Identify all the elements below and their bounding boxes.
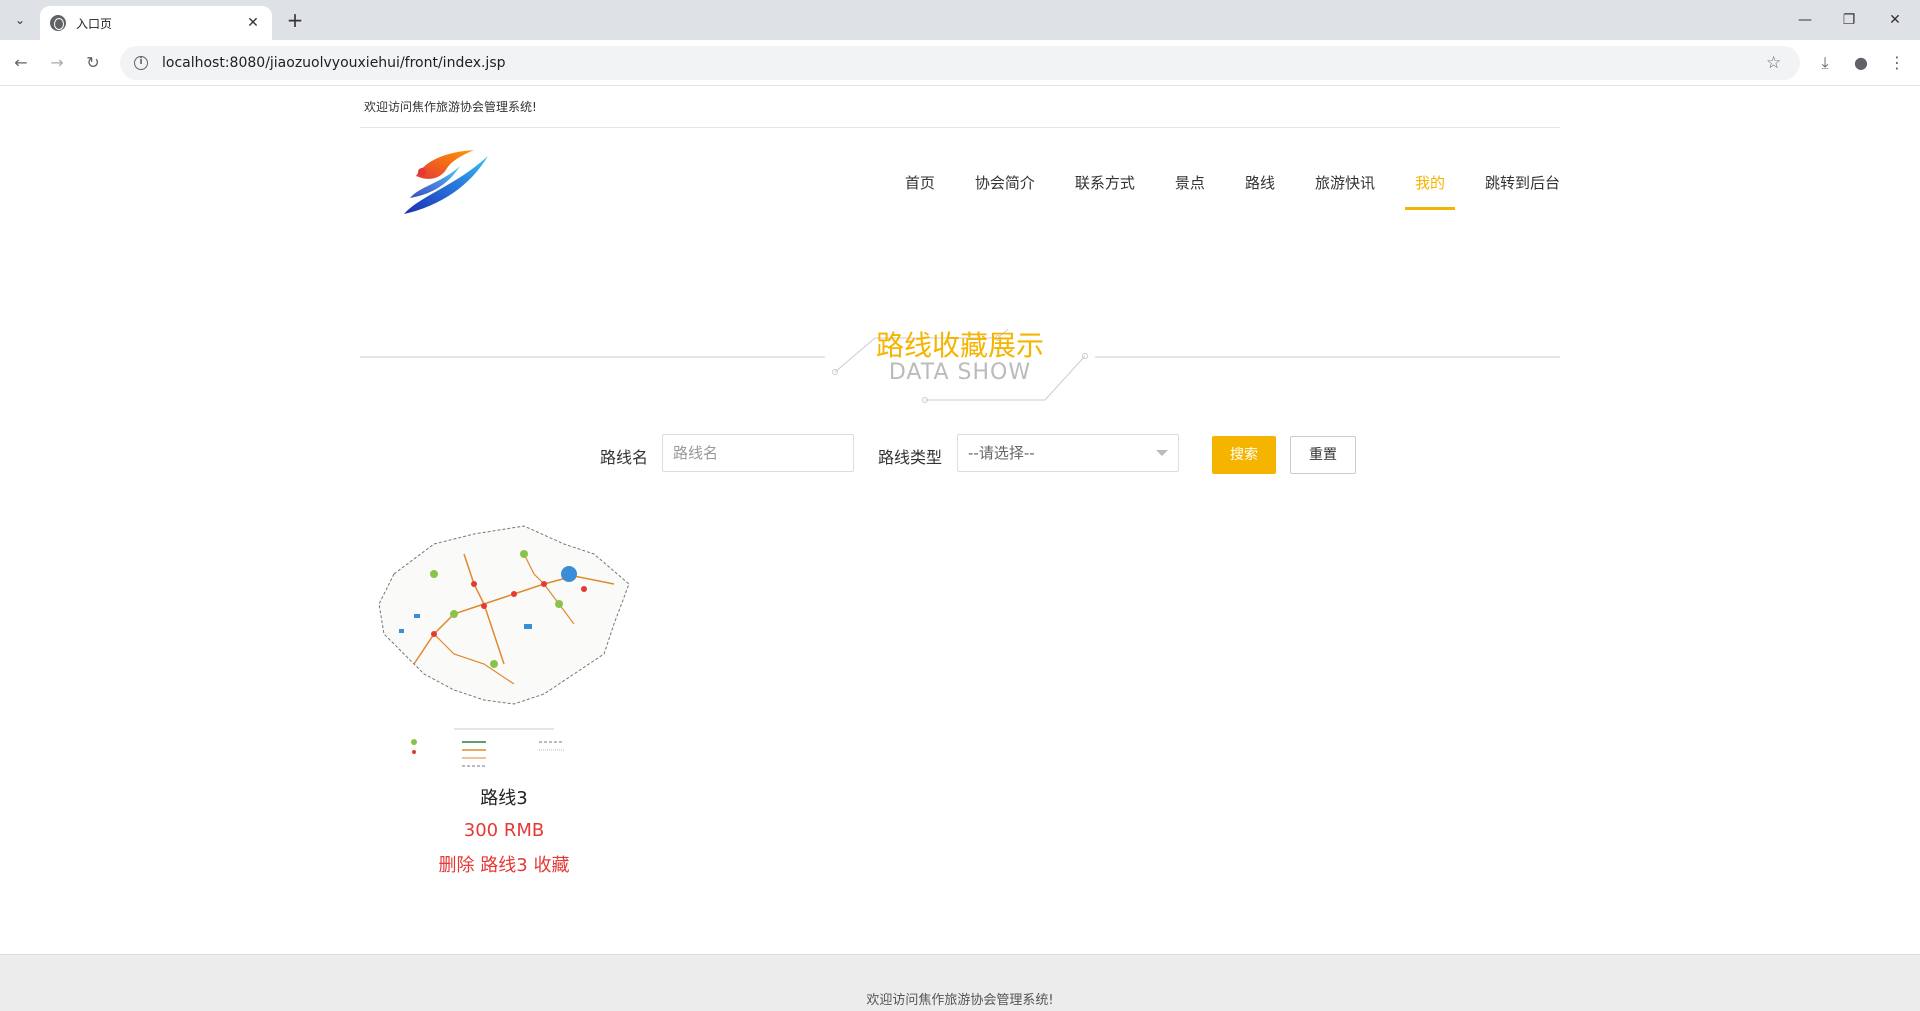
profile-icon[interactable]: ● — [1848, 50, 1874, 76]
restore-button[interactable]: ❐ — [1834, 8, 1864, 32]
route-name-input[interactable] — [662, 434, 854, 472]
route-card-price: 300 RMB — [463, 820, 545, 841]
tab-title: 入口页 — [76, 16, 113, 31]
site-info-icon[interactable]: i — [134, 56, 148, 70]
chevron-down-icon — [1156, 450, 1168, 456]
reset-button[interactable]: 重置 — [1290, 436, 1356, 474]
bookmark-star-icon[interactable]: ☆ — [1766, 53, 1786, 73]
main-nav: 首页 协会简介 联系方式 景点 路线 旅游快讯 我的 跳转到后台 — [865, 176, 1560, 210]
footer-text: 欢迎访问焦作旅游协会管理系统! — [866, 993, 1054, 1008]
tab-search-icon[interactable]: ⌄ — [8, 8, 32, 32]
forward-icon[interactable]: → — [44, 50, 70, 76]
route-type-select[interactable]: --请选择-- — [957, 434, 1179, 472]
route-map-image[interactable] — [374, 514, 634, 776]
browser-tab[interactable]: 入口页 ✕ — [40, 6, 272, 40]
page-content: 欢迎访问焦作旅游协会管理系统! 首页 协会简介 联系方式 景点 路线 旅游快讯 … — [0, 86, 1920, 1011]
nav-attractions[interactable]: 景点 — [1175, 176, 1205, 210]
route-name-label: 路线名 — [600, 448, 649, 467]
nav-news[interactable]: 旅游快讯 — [1315, 176, 1375, 210]
menu-icon[interactable]: ⋮ — [1884, 50, 1910, 76]
globe-icon — [50, 15, 66, 31]
section-title: 路线收藏展示 DATA SHOW — [360, 296, 1560, 403]
route-card-name[interactable]: 路线3 — [374, 784, 634, 810]
browser-tab-bar: ⌄ 入口页 ✕ + — ❐ ✕ — [0, 0, 1920, 40]
welcome-text: 欢迎访问焦作旅游协会管理系统! — [360, 96, 1560, 128]
new-tab-button[interactable]: + — [282, 8, 308, 34]
close-window-button[interactable]: ✕ — [1880, 8, 1910, 32]
url-text[interactable]: localhost:8080/jiaozuolvyouxiehui/front/… — [162, 55, 1766, 71]
close-tab-icon[interactable]: ✕ — [244, 15, 262, 31]
search-button[interactable]: 搜索 — [1212, 436, 1276, 474]
download-icon[interactable]: ⤓ — [1812, 50, 1838, 76]
route-type-label: 路线类型 — [878, 448, 943, 467]
nav-home[interactable]: 首页 — [905, 176, 935, 210]
site-logo[interactable] — [400, 146, 490, 218]
section-title-zh: 路线收藏展示 — [875, 329, 1044, 362]
reload-icon[interactable]: ↻ — [80, 50, 106, 76]
route-type-selected: --请选择-- — [968, 444, 1035, 462]
minimize-button[interactable]: — — [1790, 8, 1820, 32]
nav-admin[interactable]: 跳转到后台 — [1485, 176, 1560, 210]
nav-routes[interactable]: 路线 — [1245, 176, 1275, 210]
footer: 欢迎访问焦作旅游协会管理系统! — [0, 954, 1920, 1011]
section-title-en: DATA SHOW — [888, 360, 1032, 385]
nav-about[interactable]: 协会简介 — [975, 176, 1035, 210]
back-icon[interactable]: ← — [8, 50, 34, 76]
search-form: 路线名 路线类型 --请选择-- 搜索 重置 — [0, 434, 1920, 478]
nav-contact[interactable]: 联系方式 — [1075, 176, 1135, 210]
delete-favorite-link[interactable]: 删除 路线3 收藏 — [374, 851, 634, 877]
browser-toolbar: ← → ↻ i localhost:8080/jiaozuolvyouxiehu… — [0, 40, 1920, 86]
nav-mine[interactable]: 我的 — [1404, 176, 1456, 210]
address-bar[interactable]: i localhost:8080/jiaozuolvyouxiehui/fron… — [120, 46, 1800, 80]
route-card[interactable]: 路线3 300 RMB 删除 路线3 收藏 — [374, 514, 634, 877]
